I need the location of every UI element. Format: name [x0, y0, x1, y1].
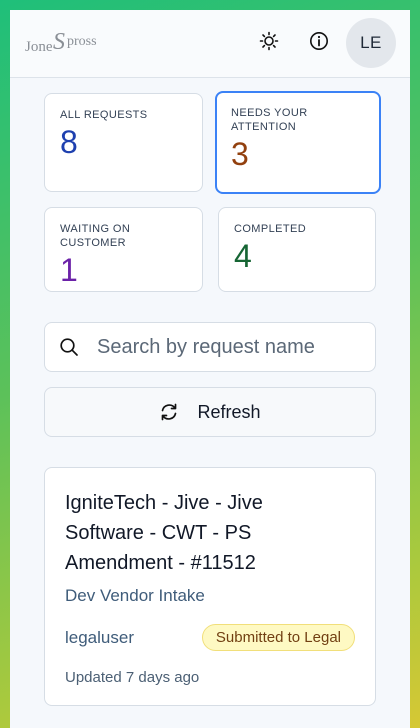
status-badge: Submitted to Legal — [201, 624, 355, 651]
refresh-button[interactable]: Refresh — [44, 387, 376, 437]
stat-value: 3 — [231, 136, 249, 172]
search-box[interactable] — [44, 322, 376, 372]
stat-value: 4 — [234, 238, 252, 274]
stat-label: WAITING ON CUSTOMER — [60, 223, 131, 249]
stat-value: 8 — [60, 124, 78, 160]
refresh-label: Refresh — [197, 401, 261, 422]
request-updated: Updated 7 days ago — [65, 669, 200, 686]
avatar[interactable]: LE — [346, 18, 396, 68]
stat-all-requests[interactable]: ALL REQUESTS 8 — [44, 93, 203, 192]
stat-value: 1 — [60, 252, 78, 288]
request-title[interactable]: IgniteTech - Jive - Jive Software - CWT … — [65, 488, 325, 578]
refresh-icon — [159, 402, 179, 422]
stat-needs-attention[interactable]: NEEDS YOUR ATTENTION 3 — [215, 91, 381, 194]
stat-label: NEEDS YOUR ATTENTION — [231, 107, 308, 133]
search-icon — [59, 336, 81, 358]
stat-completed[interactable]: COMPLETED 4 — [218, 207, 376, 292]
logo-icon: Jone S pross — [25, 29, 97, 55]
svg-text:S: S — [53, 29, 65, 55]
request-meta-row: legaluser Submitted to Legal — [65, 624, 355, 651]
header: Jone S pross LE — [10, 10, 410, 78]
request-card[interactable]: IgniteTech - Jive - Jive Software - CWT … — [44, 467, 376, 706]
stat-waiting-on-customer[interactable]: WAITING ON CUSTOMER 1 — [44, 207, 203, 292]
info-icon — [309, 31, 329, 56]
svg-text:pross: pross — [67, 34, 97, 49]
request-user: legaluser — [65, 627, 134, 647]
app-frame: Jone S pross LE ALL REQUESTS 8 NEEDS YOU… — [10, 10, 410, 728]
svg-text:Jone: Jone — [25, 39, 53, 55]
sun-icon — [259, 31, 279, 56]
stat-label: COMPLETED — [234, 223, 307, 235]
request-vendor: Dev Vendor Intake — [65, 586, 205, 605]
search-input[interactable] — [97, 335, 357, 359]
stat-label: ALL REQUESTS — [60, 109, 148, 121]
logo[interactable]: Jone S pross — [25, 27, 105, 59]
theme-toggle-button[interactable] — [250, 24, 288, 62]
info-button[interactable] — [300, 24, 338, 62]
